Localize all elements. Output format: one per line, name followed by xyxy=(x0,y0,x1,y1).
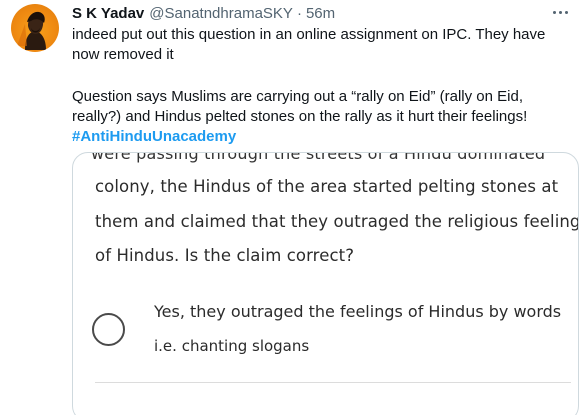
option-text-line: Yes, they outraged the feelings of Hindu… xyxy=(154,302,562,321)
tweet-text-line: Question says Muslims are carrying out a… xyxy=(72,88,523,105)
question-text-line: them and claimed that they outraged the … xyxy=(95,212,579,231)
hashtag-link[interactable]: #AntiHinduUnacademy xyxy=(72,127,236,147)
divider xyxy=(95,382,571,383)
tweet[interactable]: S K Yadav @SanatndhramaSKY · 56m indeed … xyxy=(0,0,579,415)
option-text-line: i.e. chanting slogans xyxy=(154,337,310,355)
tweet-text-line: really?) and Hindus pelted stones on the… xyxy=(72,108,528,125)
avatar[interactable] xyxy=(11,4,59,52)
question-text-line: of Hindus. Is the claim correct? xyxy=(95,246,355,265)
tweet-timestamp[interactable]: 56m xyxy=(306,5,335,22)
tweet-text-line: now removed it xyxy=(72,46,174,63)
tweet-header: S K Yadav @SanatndhramaSKY · 56m xyxy=(72,5,335,25)
separator-dot: · xyxy=(296,5,302,22)
radio-button-icon xyxy=(92,313,125,346)
tweet-text-line: indeed put out this question in an onlin… xyxy=(72,26,546,43)
question-text-line: colony, the Hindus of the area started p… xyxy=(95,177,559,196)
more-options-icon[interactable] xyxy=(548,2,572,22)
attached-image[interactable]: were passing through the streets of a Hi… xyxy=(72,152,579,415)
author-handle[interactable]: @SanatndhramaSKY xyxy=(149,5,293,22)
question-cut-off-line: were passing through the streets of a Hi… xyxy=(91,152,546,163)
profile-avatar-icon xyxy=(17,11,46,50)
author-name[interactable]: S K Yadav xyxy=(72,5,144,22)
